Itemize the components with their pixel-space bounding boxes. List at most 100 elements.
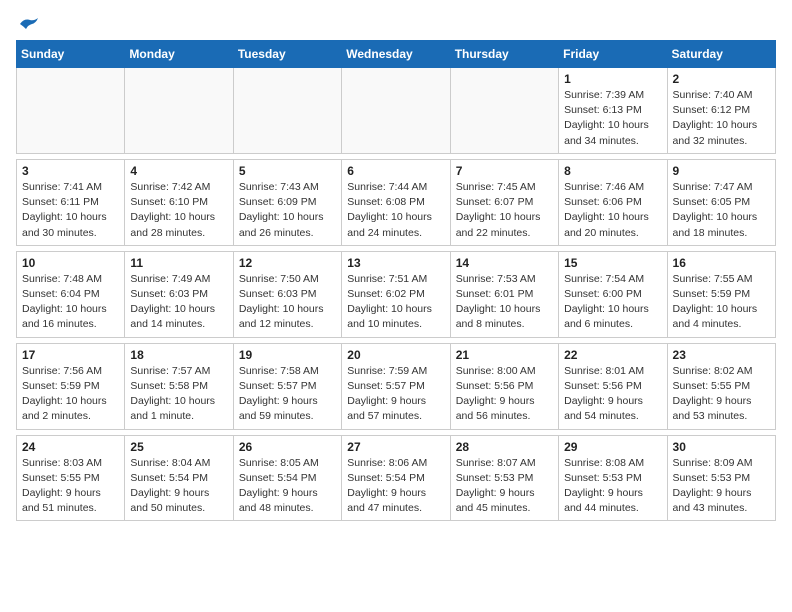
calendar-cell: 8 Sunrise: 7:46 AM Sunset: 6:06 PM Daylig… [559,159,667,245]
day-number: 25 [130,440,227,454]
calendar-cell: 11 Sunrise: 7:49 AM Sunset: 6:03 PM Dayli… [125,251,233,337]
weekday-header-wednesday: Wednesday [342,41,450,68]
day-number: 14 [456,256,553,270]
calendar-cell: 16 Sunrise: 7:55 AM Sunset: 5:59 PM Dayli… [667,251,775,337]
day-info: Sunrise: 8:06 AM Sunset: 5:54 PM Dayligh… [347,456,444,517]
weekday-header-tuesday: Tuesday [233,41,341,68]
day-number: 28 [456,440,553,454]
day-info: Sunrise: 7:51 AM Sunset: 6:02 PM Dayligh… [347,272,444,333]
day-info: Sunrise: 7:43 AM Sunset: 6:09 PM Dayligh… [239,180,336,241]
weekday-header-friday: Friday [559,41,667,68]
day-info: Sunrise: 8:02 AM Sunset: 5:55 PM Dayligh… [673,364,770,425]
day-number: 26 [239,440,336,454]
calendar-cell: 6 Sunrise: 7:44 AM Sunset: 6:08 PM Daylig… [342,159,450,245]
day-number: 27 [347,440,444,454]
day-info: Sunrise: 8:07 AM Sunset: 5:53 PM Dayligh… [456,456,553,517]
day-number: 19 [239,348,336,362]
day-info: Sunrise: 7:45 AM Sunset: 6:07 PM Dayligh… [456,180,553,241]
day-number: 13 [347,256,444,270]
calendar-cell: 14 Sunrise: 7:53 AM Sunset: 6:01 PM Dayli… [450,251,558,337]
day-info: Sunrise: 7:54 AM Sunset: 6:00 PM Dayligh… [564,272,661,333]
calendar-cell: 26 Sunrise: 8:05 AM Sunset: 5:54 PM Dayli… [233,435,341,521]
calendar-cell: 19Sunrise: 7:58 AM Sunset: 5:57 PM Dayli… [233,343,341,429]
day-info: Sunrise: 7:57 AM Sunset: 5:58 PM Dayligh… [130,364,227,425]
day-number: 24 [22,440,119,454]
day-number: 23 [673,348,770,362]
day-number: 21 [456,348,553,362]
calendar-cell: 9 Sunrise: 7:47 AM Sunset: 6:05 PM Daylig… [667,159,775,245]
day-number: 29 [564,440,661,454]
day-info: Sunrise: 7:59 AM Sunset: 5:57 PM Dayligh… [347,364,444,425]
day-number: 8 [564,164,661,178]
calendar-cell: 3 Sunrise: 7:41 AM Sunset: 6:11 PM Daylig… [17,159,125,245]
calendar-week-row: 3 Sunrise: 7:41 AM Sunset: 6:11 PM Daylig… [17,159,776,245]
day-info: Sunrise: 7:44 AM Sunset: 6:08 PM Dayligh… [347,180,444,241]
day-info: Sunrise: 7:39 AM Sunset: 6:13 PM Dayligh… [564,88,661,149]
calendar-cell: 10Sunrise: 7:48 AM Sunset: 6:04 PM Dayli… [17,251,125,337]
day-number: 4 [130,164,227,178]
day-info: Sunrise: 7:55 AM Sunset: 5:59 PM Dayligh… [673,272,770,333]
day-info: Sunrise: 7:46 AM Sunset: 6:06 PM Dayligh… [564,180,661,241]
day-number: 12 [239,256,336,270]
day-info: Sunrise: 8:05 AM Sunset: 5:54 PM Dayligh… [239,456,336,517]
day-number: 20 [347,348,444,362]
weekday-header-sunday: Sunday [17,41,125,68]
calendar-cell: 27 Sunrise: 8:06 AM Sunset: 5:54 PM Dayli… [342,435,450,521]
day-info: Sunrise: 7:42 AM Sunset: 6:10 PM Dayligh… [130,180,227,241]
calendar-cell [125,68,233,154]
calendar-week-row: 10Sunrise: 7:48 AM Sunset: 6:04 PM Dayli… [17,251,776,337]
calendar-cell: 2Sunrise: 7:40 AM Sunset: 6:12 PM Daylig… [667,68,775,154]
weekday-header-thursday: Thursday [450,41,558,68]
day-info: Sunrise: 7:49 AM Sunset: 6:03 PM Dayligh… [130,272,227,333]
day-info: Sunrise: 7:50 AM Sunset: 6:03 PM Dayligh… [239,272,336,333]
logo [16,16,40,32]
calendar-cell [342,68,450,154]
calendar-cell: 21 Sunrise: 8:00 AM Sunset: 5:56 PM Dayli… [450,343,558,429]
day-number: 17 [22,348,119,362]
day-info: Sunrise: 7:53 AM Sunset: 6:01 PM Dayligh… [456,272,553,333]
calendar-table: SundayMondayTuesdayWednesdayThursdayFrid… [16,40,776,521]
day-number: 3 [22,164,119,178]
weekday-header-monday: Monday [125,41,233,68]
day-number: 11 [130,256,227,270]
day-info: Sunrise: 7:47 AM Sunset: 6:05 PM Dayligh… [673,180,770,241]
calendar-cell [17,68,125,154]
weekday-header-row: SundayMondayTuesdayWednesdayThursdayFrid… [17,41,776,68]
calendar-cell: 22Sunrise: 8:01 AM Sunset: 5:56 PM Dayli… [559,343,667,429]
calendar-cell: 30Sunrise: 8:09 AM Sunset: 5:53 PM Dayli… [667,435,775,521]
day-number: 16 [673,256,770,270]
day-info: Sunrise: 7:41 AM Sunset: 6:11 PM Dayligh… [22,180,119,241]
calendar-cell: 20 Sunrise: 7:59 AM Sunset: 5:57 PM Dayli… [342,343,450,429]
weekday-header-saturday: Saturday [667,41,775,68]
day-info: Sunrise: 8:09 AM Sunset: 5:53 PM Dayligh… [673,456,770,517]
day-number: 5 [239,164,336,178]
day-number: 7 [456,164,553,178]
calendar-cell [450,68,558,154]
day-info: Sunrise: 8:04 AM Sunset: 5:54 PM Dayligh… [130,456,227,517]
day-info: Sunrise: 7:40 AM Sunset: 6:12 PM Dayligh… [673,88,770,149]
calendar-week-row: 17 Sunrise: 7:56 AM Sunset: 5:59 PM Dayli… [17,343,776,429]
calendar-cell: 7 Sunrise: 7:45 AM Sunset: 6:07 PM Daylig… [450,159,558,245]
day-info: Sunrise: 7:48 AM Sunset: 6:04 PM Dayligh… [22,272,119,333]
calendar-week-row: 1 Sunrise: 7:39 AM Sunset: 6:13 PM Daylig… [17,68,776,154]
logo-bird-icon [18,16,40,32]
day-info: Sunrise: 8:00 AM Sunset: 5:56 PM Dayligh… [456,364,553,425]
calendar-cell: 13 Sunrise: 7:51 AM Sunset: 6:02 PM Dayli… [342,251,450,337]
day-info: Sunrise: 8:03 AM Sunset: 5:55 PM Dayligh… [22,456,119,517]
day-number: 22 [564,348,661,362]
day-info: Sunrise: 7:56 AM Sunset: 5:59 PM Dayligh… [22,364,119,425]
day-number: 6 [347,164,444,178]
header [16,16,776,32]
calendar-cell: 23 Sunrise: 8:02 AM Sunset: 5:55 PM Dayli… [667,343,775,429]
calendar-cell: 18Sunrise: 7:57 AM Sunset: 5:58 PM Dayli… [125,343,233,429]
calendar-week-row: 24 Sunrise: 8:03 AM Sunset: 5:55 PM Dayli… [17,435,776,521]
calendar-cell: 12 Sunrise: 7:50 AM Sunset: 6:03 PM Dayli… [233,251,341,337]
calendar-cell: 1 Sunrise: 7:39 AM Sunset: 6:13 PM Daylig… [559,68,667,154]
calendar-cell: 5 Sunrise: 7:43 AM Sunset: 6:09 PM Daylig… [233,159,341,245]
day-number: 1 [564,72,661,86]
day-number: 15 [564,256,661,270]
calendar-cell: 24 Sunrise: 8:03 AM Sunset: 5:55 PM Dayli… [17,435,125,521]
logo-area [16,16,40,32]
day-number: 9 [673,164,770,178]
day-info: Sunrise: 8:08 AM Sunset: 5:53 PM Dayligh… [564,456,661,517]
